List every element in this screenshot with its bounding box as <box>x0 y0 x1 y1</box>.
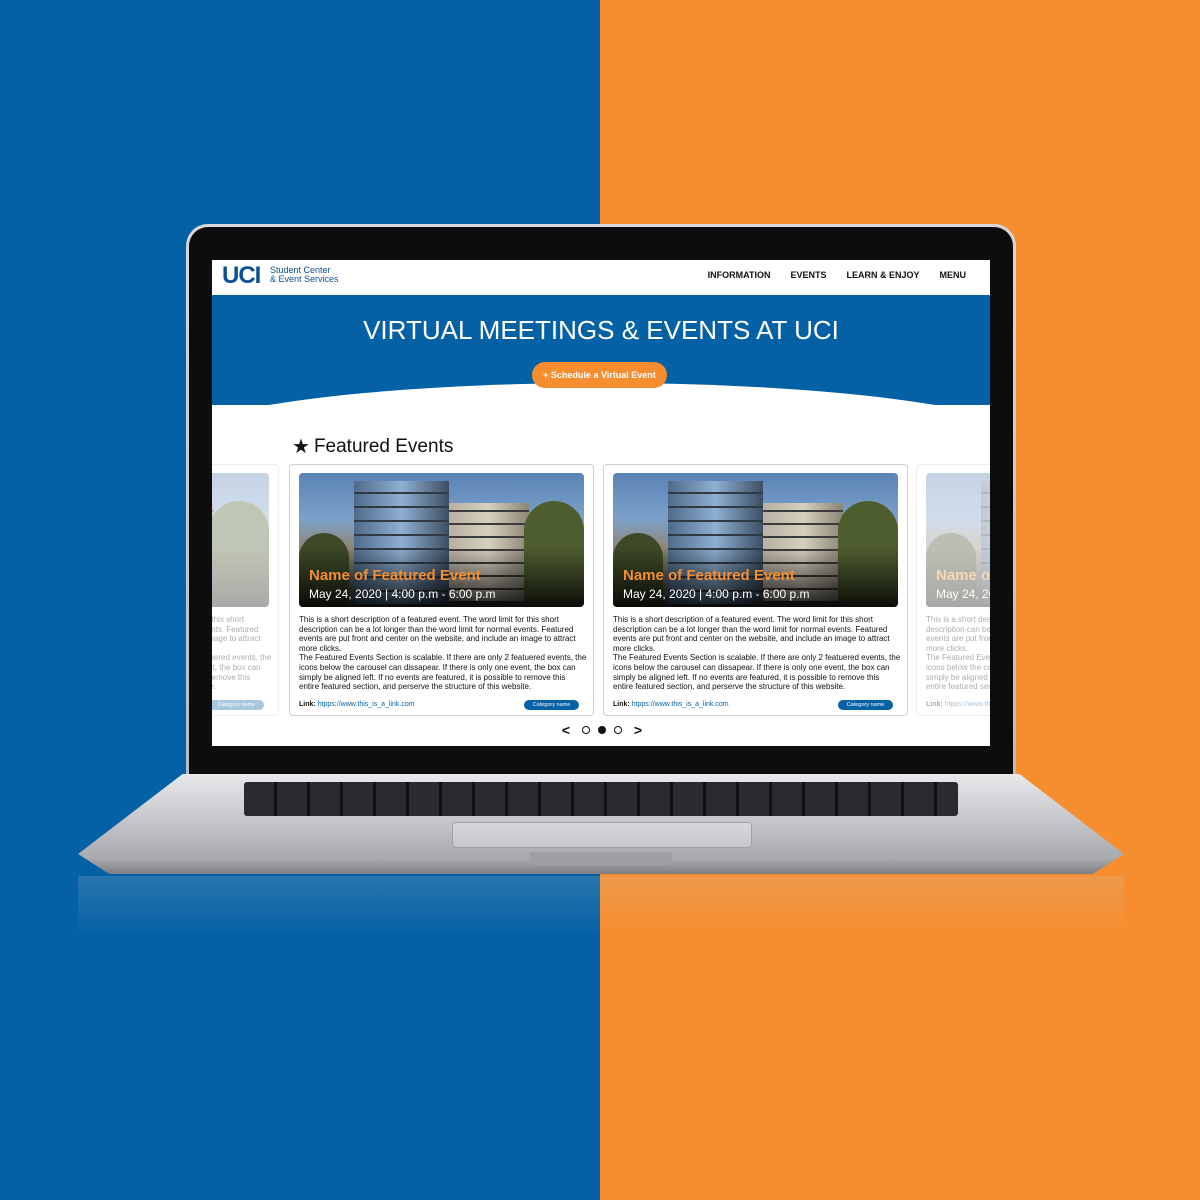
carousel-controls: < > <box>542 720 662 740</box>
schedule-virtual-event-button[interactable]: + Schedule a Virtual Event <box>532 362 667 388</box>
event-link[interactable]: htpps://www.this_is_a_link.com <box>632 701 729 708</box>
event-image: Name of Featured Event May 24, 2020 | 4:… <box>613 473 898 607</box>
category-badge[interactable]: Category name <box>838 700 893 710</box>
nav-link-menu[interactable]: MENU <box>940 270 967 280</box>
event-link[interactable]: htpps://www.this_is_a_link.com <box>318 701 415 708</box>
laptop-reflection <box>78 876 1124 936</box>
nav-link-events[interactable]: EVENTS <box>790 270 826 280</box>
event-link-row: Link: htpps://www.this_is_a_link.com <box>613 701 729 708</box>
featured-heading-text: Featured Events <box>313 435 454 457</box>
event-description: This is a short description of a feature… <box>299 615 587 692</box>
event-description: This is a short description of a feature… <box>613 615 901 692</box>
event-link: htpps://www.this_is_a_link.com <box>944 701 990 708</box>
laptop-screen: UCI Student Center & Event Services INFO… <box>212 260 990 746</box>
event-name: Name of Featured Event <box>936 567 990 584</box>
chevron-right-icon[interactable]: > <box>630 722 646 738</box>
event-description: This is a short description of a feature… <box>926 615 990 692</box>
carousel-dot-1[interactable] <box>582 726 590 734</box>
logo-line-2: & Event Services <box>270 274 339 284</box>
hero-title: VIRTUAL MEETINGS & EVENTS AT UCI <box>363 315 839 345</box>
carousel-dot-2[interactable] <box>598 726 606 734</box>
event-date: May 24, 2020 | 4:00 p.m - 6:00 p.m <box>936 587 990 601</box>
event-card[interactable]: Name of Featured Event May 24, 2020 | 4:… <box>289 464 594 716</box>
event-link-row: Link: htpps://www.this_is_a_link.com <box>299 701 415 708</box>
star-icon: ★ <box>292 436 310 458</box>
event-card[interactable]: Name of Featured Event May 24, 2020 | 4:… <box>603 464 908 716</box>
uci-logo[interactable]: UCI <box>222 262 261 290</box>
event-card-next[interactable]: Name of Featured Event May 24, 2020 | 4:… <box>916 464 990 716</box>
event-card-previous[interactable]: This is a short description of a feature… <box>212 464 279 716</box>
link-label: Link: <box>613 701 630 708</box>
event-date: May 24, 2020 | 4:00 p.m - 6:00 p.m <box>623 587 810 601</box>
logo-subtitle: Student Center & Event Services <box>270 266 339 284</box>
link-label: Link: <box>926 701 943 708</box>
category-badge[interactable]: Category name <box>524 700 579 710</box>
event-date: May 24, 2020 | 4:00 p.m - 6:00 p.m <box>309 587 496 601</box>
link-label: Link: <box>299 701 316 708</box>
event-image: Name of Featured Event May 24, 2020 | 4:… <box>299 473 584 607</box>
chevron-left-icon[interactable]: < <box>558 722 574 738</box>
event-name[interactable]: Name of Featured Event <box>623 567 795 584</box>
event-name[interactable]: Name of Featured Event <box>309 567 481 584</box>
featured-heading: ★ Featured Events <box>292 434 453 459</box>
event-link-row: Link: htpps://www.this_is_a_link.com <box>926 701 990 708</box>
category-badge[interactable]: Category name <box>212 700 264 710</box>
laptop-keyboard <box>244 782 958 816</box>
site-header: UCI Student Center & Event Services INFO… <box>212 260 990 295</box>
laptop-trackpad <box>452 822 752 848</box>
event-image: Name of Featured Event May 24, 2020 | 4:… <box>926 473 990 607</box>
nav-link-learn-enjoy[interactable]: LEARN & ENJOY <box>846 270 919 280</box>
carousel-dot-3[interactable] <box>614 726 622 734</box>
laptop-notch <box>530 852 672 866</box>
event-description: This is a short description of a feature… <box>212 615 272 692</box>
main-nav: INFORMATION EVENTS LEARN & ENJOY MENU <box>708 270 966 280</box>
event-image <box>212 473 269 607</box>
nav-link-information[interactable]: INFORMATION <box>708 270 771 280</box>
